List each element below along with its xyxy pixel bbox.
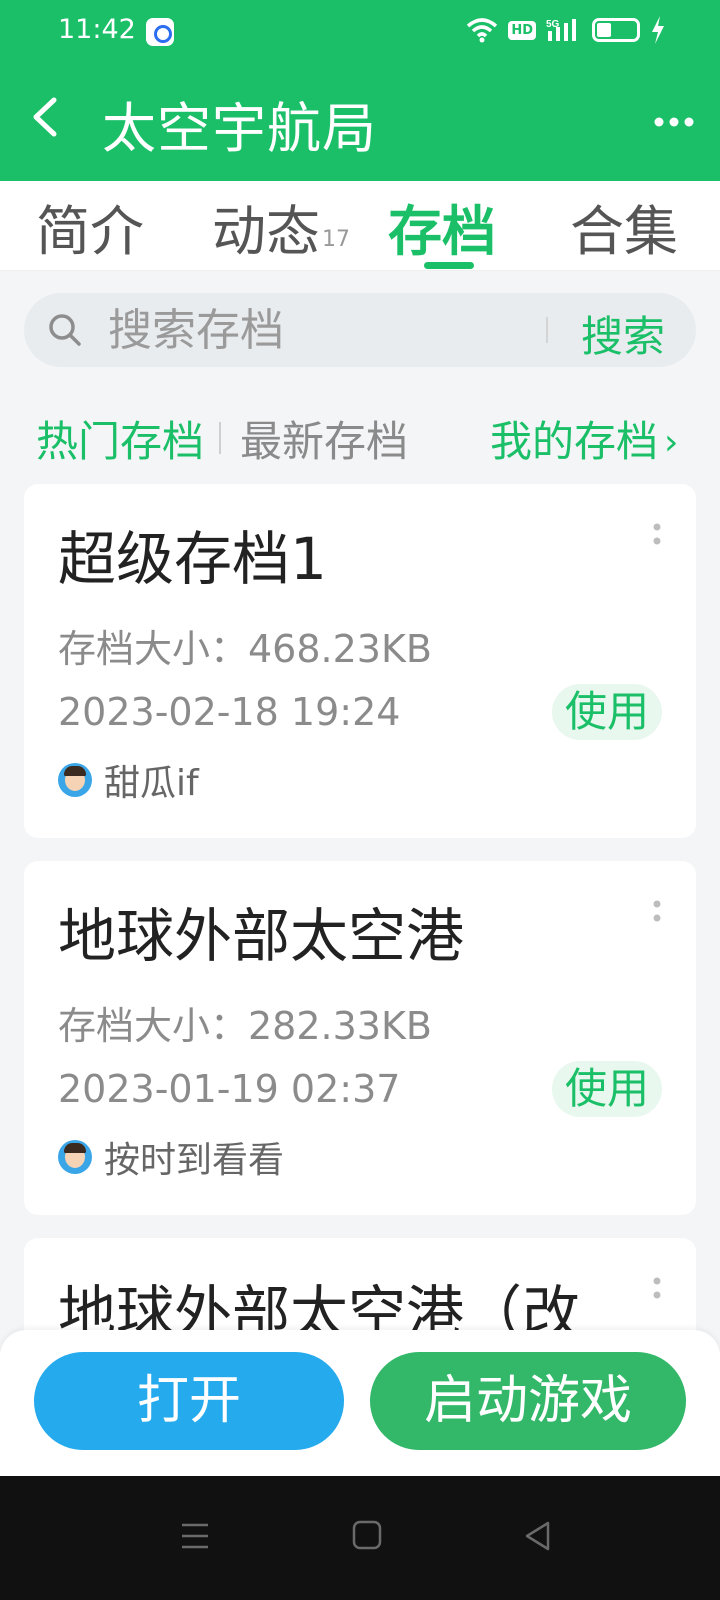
home-icon[interactable] (350, 1518, 384, 1552)
system-icons: HD 5G (466, 16, 666, 44)
vertical-dots-icon[interactable] (652, 522, 662, 552)
save-filter-row: 热门存档 最新存档 我的存档 › (0, 408, 720, 466)
signal-5g-icon: 5G (546, 17, 582, 43)
tab-label: 简介 (36, 200, 144, 263)
tab-saves[interactable]: 存档 (388, 187, 496, 266)
vertical-dots-icon[interactable] (652, 899, 662, 929)
save-size: 存档大小：468.23KB (58, 627, 432, 671)
tab-bar: 简介 动态17 存档 合集 (0, 181, 720, 271)
system-nav-bar (0, 1476, 720, 1600)
hd-icon: HD (508, 20, 536, 40)
search-bar: 搜索 (24, 293, 696, 367)
open-button[interactable]: 打开 (34, 1352, 344, 1450)
battery-icon (592, 18, 640, 42)
use-save-button[interactable]: 使用 (552, 684, 662, 740)
baidu-app-icon (146, 18, 174, 46)
save-size: 存档大小：282.33KB (58, 1004, 432, 1048)
avatar (58, 763, 92, 797)
search-divider (546, 317, 548, 343)
filter-hot-saves[interactable]: 热门存档 (36, 408, 204, 469)
action-bar: 打开 启动游戏 (0, 1330, 720, 1476)
save-author[interactable]: 按时到看看 (58, 1137, 284, 1181)
tab-intro[interactable]: 简介 (36, 187, 144, 266)
vertical-dots-icon[interactable] (652, 1276, 662, 1306)
author-name: 按时到看看 (104, 1140, 285, 1181)
search-input[interactable] (108, 299, 528, 361)
search-icon (48, 313, 82, 347)
charging-icon (650, 16, 666, 44)
tab-label: 合集 (570, 200, 678, 263)
wifi-icon (466, 17, 498, 43)
save-date: 2023-01-19 02:37 (58, 1067, 401, 1111)
my-saves-link[interactable]: 我的存档 › (490, 408, 678, 469)
save-title: 超级存档1 (58, 525, 327, 593)
page-title: 太空宇航局 (102, 97, 377, 160)
more-dots-icon[interactable] (654, 112, 694, 132)
author-name: 甜瓜if (104, 763, 199, 804)
tab-count-badge: 17 (322, 227, 350, 252)
save-title: 地球外部太空港 (58, 902, 465, 970)
save-card[interactable]: 超级存档1 存档大小：468.23KB 2023-02-18 19:24 使用 … (24, 484, 696, 838)
filter-newest-saves[interactable]: 最新存档 (240, 408, 408, 469)
status-time: 11:42 (58, 14, 136, 45)
back-triangle-icon[interactable] (520, 1516, 554, 1556)
tab-collections[interactable]: 合集 (570, 187, 678, 266)
search-button[interactable]: 搜索 (581, 303, 665, 364)
tab-label: 存档 (388, 200, 496, 263)
my-saves-label: 我的存档 (490, 417, 659, 466)
menu-icon[interactable] (178, 1516, 212, 1556)
filter-divider (219, 422, 221, 454)
launch-game-button[interactable]: 启动游戏 (370, 1352, 686, 1450)
back-chevron-icon[interactable] (26, 92, 66, 142)
app-header: 11:42 HD 5G 太空宇航局 (0, 0, 720, 181)
avatar (58, 1140, 92, 1174)
tab-label: 动态 (212, 200, 320, 263)
tab-updates[interactable]: 动态17 (212, 187, 350, 266)
save-card[interactable]: 地球外部太空港 存档大小：282.33KB 2023-01-19 02:37 使… (24, 861, 696, 1215)
save-date: 2023-02-18 19:24 (58, 690, 401, 734)
status-bar: 11:42 HD 5G (0, 0, 720, 64)
save-author[interactable]: 甜瓜if (58, 760, 199, 804)
chevron-right-icon: › (664, 422, 679, 463)
use-save-button[interactable]: 使用 (552, 1061, 662, 1117)
active-tab-indicator (424, 262, 474, 269)
